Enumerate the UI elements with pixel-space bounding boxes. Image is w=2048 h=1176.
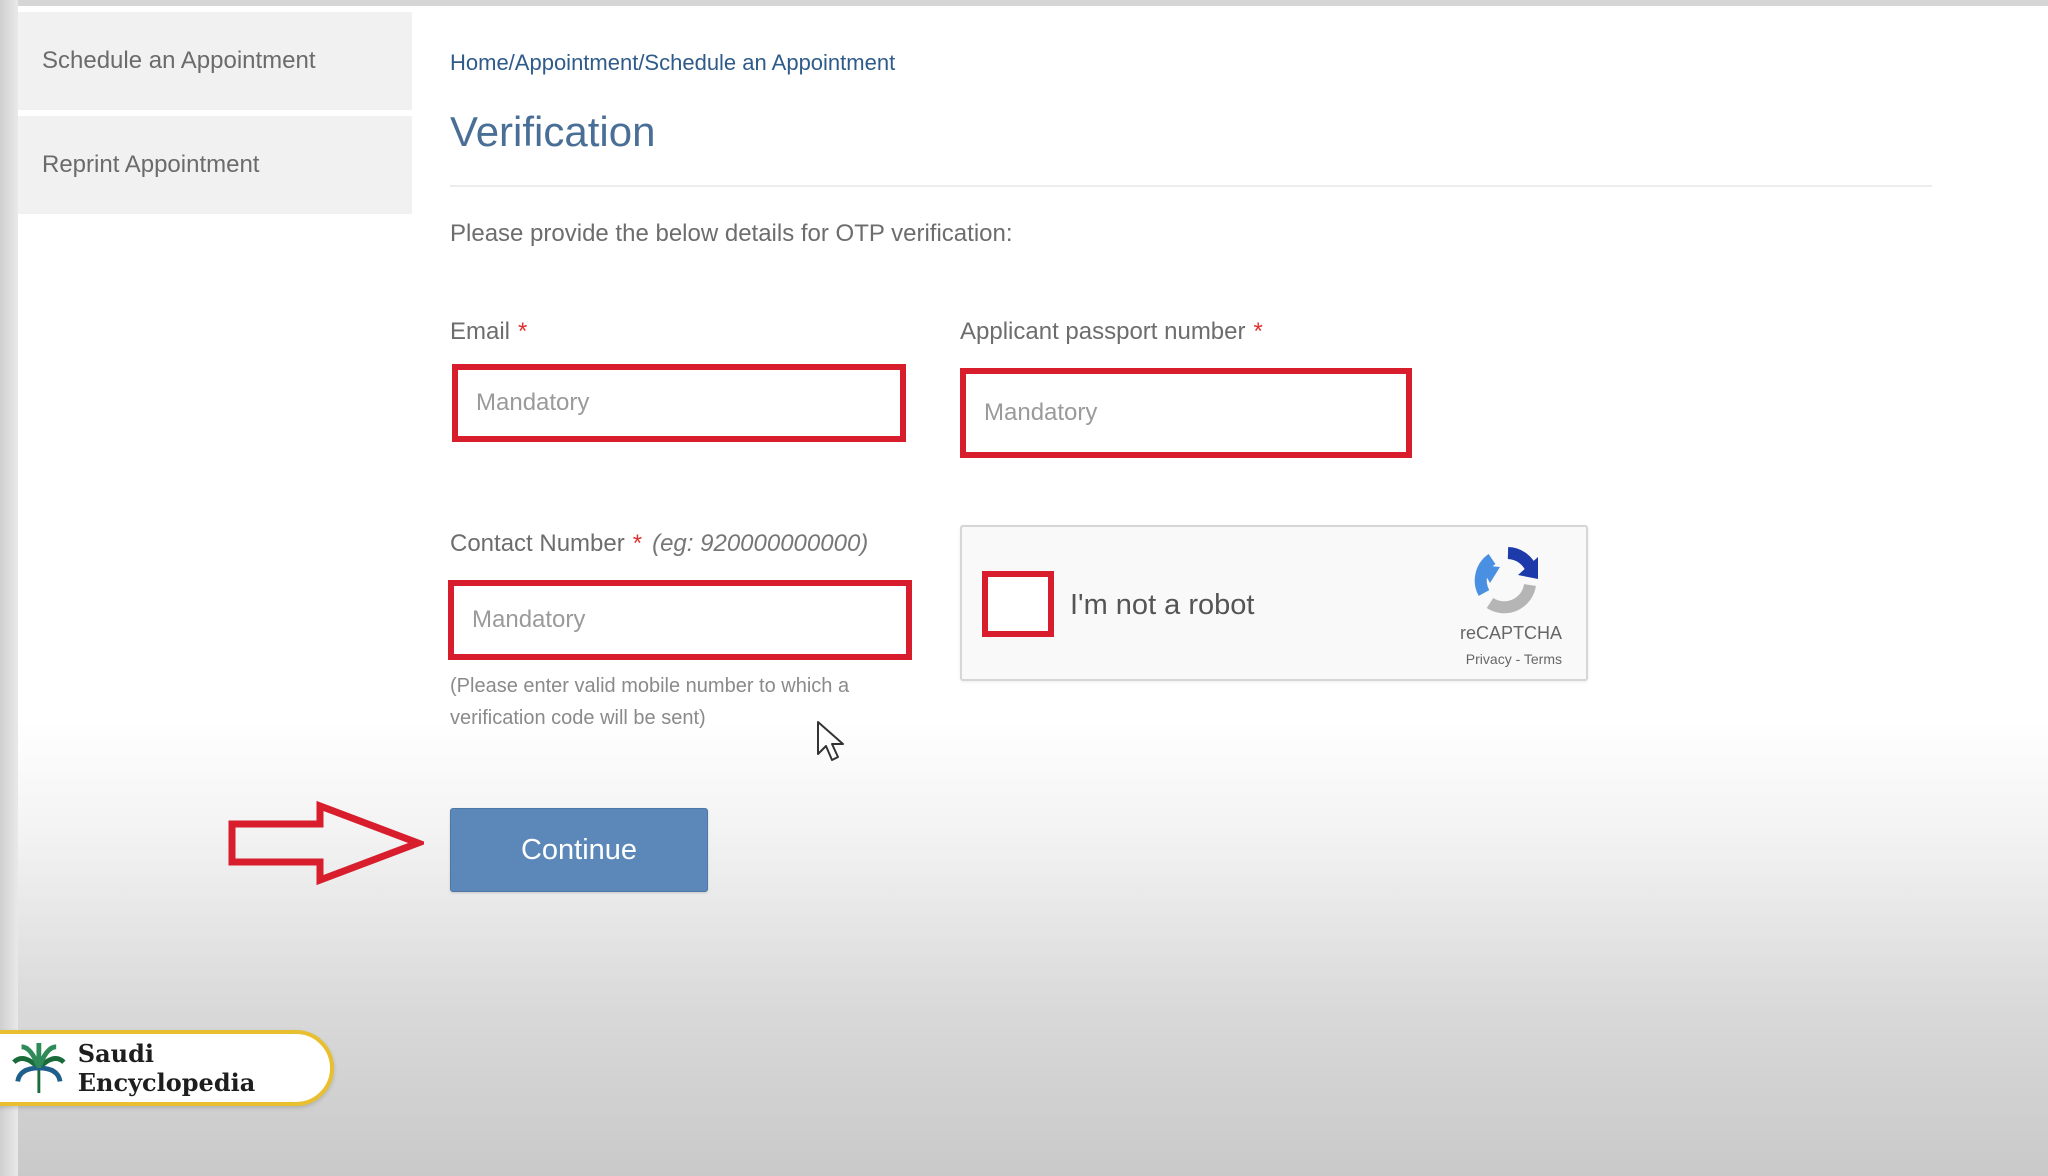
instruction-text: Please provide the below details for OTP… [450,220,1013,247]
passport-label-text: Applicant passport number [960,318,1246,345]
mouse-pointer-icon [817,721,844,761]
contact-example: (eg: 920000000000) [652,530,869,557]
recaptcha-links[interactable]: Privacy - Terms [1466,651,1562,667]
window-left-edge [0,0,18,1176]
arrow-right-icon [228,800,424,886]
recaptcha-icon [1474,547,1538,614]
passport-number-field[interactable] [966,374,1406,452]
sidebar-item-schedule-appointment[interactable]: Schedule an Appointment [18,12,412,110]
sidebar: Schedule an Appointment Reprint Appointm… [18,12,412,220]
email-label-text: Email [450,318,511,345]
contact-number-field[interactable] [454,586,906,654]
passport-field-box [960,368,1412,458]
breadcrumb[interactable]: Home/Appointment/Schedule an Appointment [450,50,895,76]
title-divider [450,185,1932,187]
palm-logo-icon [12,1042,66,1094]
sidebar-item-reprint-appointment[interactable]: Reprint Appointment [18,116,412,214]
contact-label-text: Contact Number [450,530,625,557]
sidebar-item-label: Reprint Appointment [42,151,260,178]
page-title: Verification [450,108,656,155]
email-field-box [452,364,906,442]
required-mark: * [518,318,528,345]
watermark-text: Saudi Encyclopedia [77,1039,256,1097]
passport-label: Applicant passport number * [960,318,1263,346]
window-top-edge [0,0,2048,6]
required-mark: * [1253,318,1263,345]
recaptcha-widget: I'm not a robot reCAPTCHA Privacy - Term… [960,525,1588,681]
contact-hint: (Please enter valid mobile number to whi… [450,675,850,729]
email-label: Email * [450,318,527,346]
recaptcha-checkbox[interactable] [982,571,1054,637]
required-mark: * [632,530,643,557]
recaptcha-label: I'm not a robot [1070,589,1255,621]
email-field[interactable] [458,370,900,436]
contact-label: Contact Number * (eg: 920000000000) [450,530,868,558]
continue-button[interactable]: Continue [450,808,708,892]
recaptcha-brand: reCAPTCHA [1459,623,1562,643]
contact-field-box [448,580,912,660]
watermark-badge: Saudi Encyclopedia [0,1030,334,1106]
sidebar-item-label: Schedule an Appointment [42,47,316,74]
